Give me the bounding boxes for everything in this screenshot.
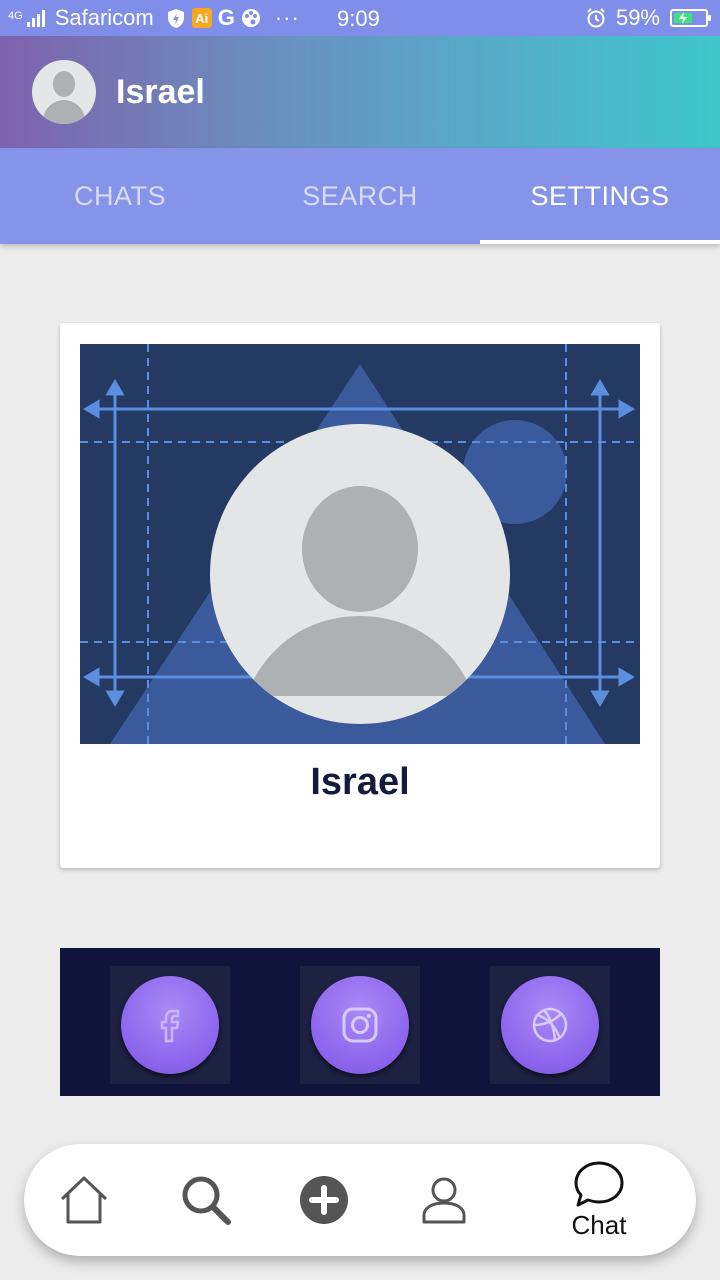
network-type: 4G xyxy=(8,10,23,22)
facebook-button[interactable] xyxy=(110,966,230,1084)
more-dots-icon: ··· xyxy=(274,5,300,30)
battery-icon xyxy=(670,9,711,27)
tab-bar: CHATS SEARCH SETTINGS xyxy=(0,148,720,244)
instagram-button[interactable] xyxy=(300,966,420,1084)
instagram-icon xyxy=(311,976,409,1074)
search-icon xyxy=(182,1176,231,1225)
nav-profile[interactable] xyxy=(414,1144,474,1256)
status-left: 4G Safaricom Ai G ··· xyxy=(0,5,300,31)
nav-home[interactable] xyxy=(54,1144,114,1256)
signal-icon xyxy=(26,9,45,27)
palette-icon xyxy=(241,7,261,29)
bottom-nav: Chat xyxy=(24,1144,696,1256)
dribbble-icon xyxy=(501,976,599,1074)
google-icon: G xyxy=(217,5,235,30)
social-links-bar xyxy=(60,948,660,1096)
user-avatar-icon[interactable] xyxy=(32,60,96,124)
tab-search[interactable]: SEARCH xyxy=(240,148,480,244)
status-right: 59% xyxy=(586,0,711,36)
chat-label: Chat xyxy=(571,1209,627,1240)
profile-icon xyxy=(422,1177,466,1224)
dribbble-button[interactable] xyxy=(490,966,610,1084)
nav-search[interactable] xyxy=(176,1144,236,1256)
header-username: Israel xyxy=(116,72,205,111)
battery-fill xyxy=(674,12,692,24)
tab-chats[interactable]: CHATS xyxy=(0,148,240,244)
shield-icon xyxy=(166,7,186,29)
nav-chat[interactable]: Chat xyxy=(554,1144,644,1256)
profile-card: Israel xyxy=(60,323,660,868)
alarm-icon xyxy=(586,7,606,29)
profile-name: Israel xyxy=(310,761,410,803)
cover-image[interactable] xyxy=(80,344,640,744)
status-time: 9:09 xyxy=(337,6,380,31)
tab-settings[interactable]: SETTINGS xyxy=(480,148,720,244)
chat-bubble-icon xyxy=(574,1161,624,1206)
home-icon xyxy=(60,1176,108,1224)
status-bar: 4G Safaricom Ai G ··· 9:09 59% xyxy=(0,0,720,36)
blueprint-cover-art xyxy=(80,344,640,744)
app-badge-icon: Ai xyxy=(191,8,212,28)
nav-add[interactable] xyxy=(296,1144,352,1256)
add-icon xyxy=(300,1176,348,1224)
app-header: Israel xyxy=(0,36,720,148)
facebook-icon xyxy=(121,976,219,1074)
battery-percent: 59% xyxy=(615,5,660,30)
carrier-name: Safaricom xyxy=(54,5,154,30)
